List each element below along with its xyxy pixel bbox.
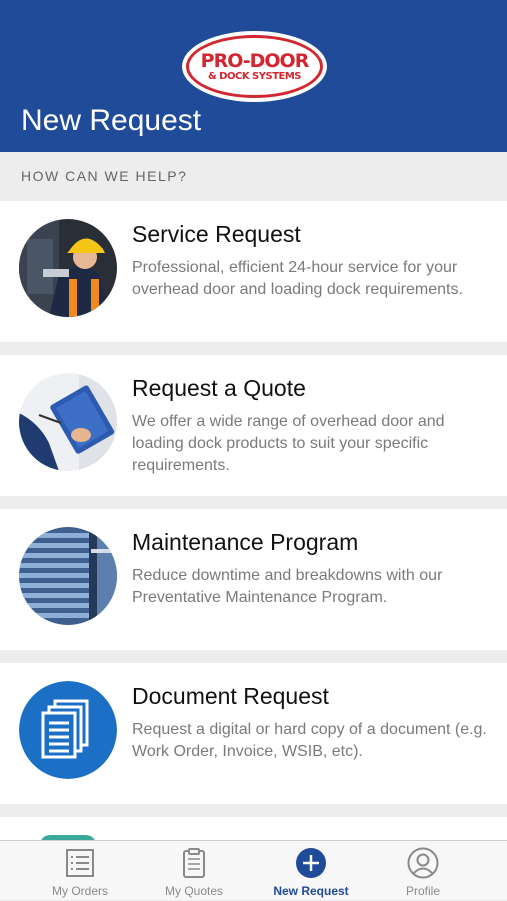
- card-description: Professional, efficient 24-hour service …: [132, 259, 463, 298]
- app-header: PRO-DOOR & DOCK SYSTEMS New Request: [0, 0, 507, 152]
- section-label: HOW CAN WE HELP?: [21, 168, 188, 184]
- tab-label: New Request: [273, 884, 349, 898]
- card-title: Maintenance Program: [132, 529, 359, 555]
- tab-new-request[interactable]: New Request: [248, 841, 374, 901]
- tab-label: My Quotes: [164, 884, 224, 898]
- plus-circle-icon: [295, 847, 327, 879]
- tab-label: My Orders: [51, 884, 108, 898]
- card-title: Service Request: [132, 221, 301, 247]
- user-icon: [407, 847, 439, 879]
- clipboard-icon: [178, 847, 210, 879]
- document-request-card[interactable]: Document Request Request a digital or ha…: [0, 663, 507, 804]
- logo-text-main: PRO-DOOR: [200, 49, 310, 72]
- service-request-card[interactable]: Service Request Professional, efficient …: [0, 201, 507, 342]
- overhead-door-photo-icon: [19, 527, 117, 625]
- tab-my-orders[interactable]: My Orders: [17, 841, 143, 901]
- list-icon: [64, 847, 96, 879]
- tab-my-quotes[interactable]: My Quotes: [131, 841, 257, 901]
- logo-oval: PRO-DOOR & DOCK SYSTEMS: [186, 35, 323, 98]
- clipboard-photo-icon: [19, 373, 117, 471]
- card-description: We offer a wide range of overhead door a…: [132, 413, 445, 474]
- card-description: Request a digital or hard copy of a docu…: [132, 721, 487, 760]
- page-title: New Request: [21, 104, 202, 137]
- documents-icon: [19, 681, 117, 779]
- request-quote-card[interactable]: Request a Quote We offer a wide range of…: [0, 355, 507, 496]
- bottom-tab-bar: My Orders My Quotes New Request Profile: [0, 840, 507, 900]
- card-description: Reduce downtime and breakdowns with our …: [132, 567, 443, 606]
- card-title: Document Request: [132, 683, 329, 709]
- pro-door-logo: PRO-DOOR & DOCK SYSTEMS: [182, 31, 327, 102]
- logo-text-sub: & DOCK SYSTEMS: [207, 70, 302, 82]
- card-title: Request a Quote: [132, 375, 306, 401]
- partial-card[interactable]: [0, 817, 507, 845]
- tab-label: Profile: [405, 884, 440, 898]
- tab-profile[interactable]: Profile: [360, 841, 486, 901]
- technician-photo-icon: [19, 219, 117, 317]
- maintenance-program-card[interactable]: Maintenance Program Reduce downtime and …: [0, 509, 507, 650]
